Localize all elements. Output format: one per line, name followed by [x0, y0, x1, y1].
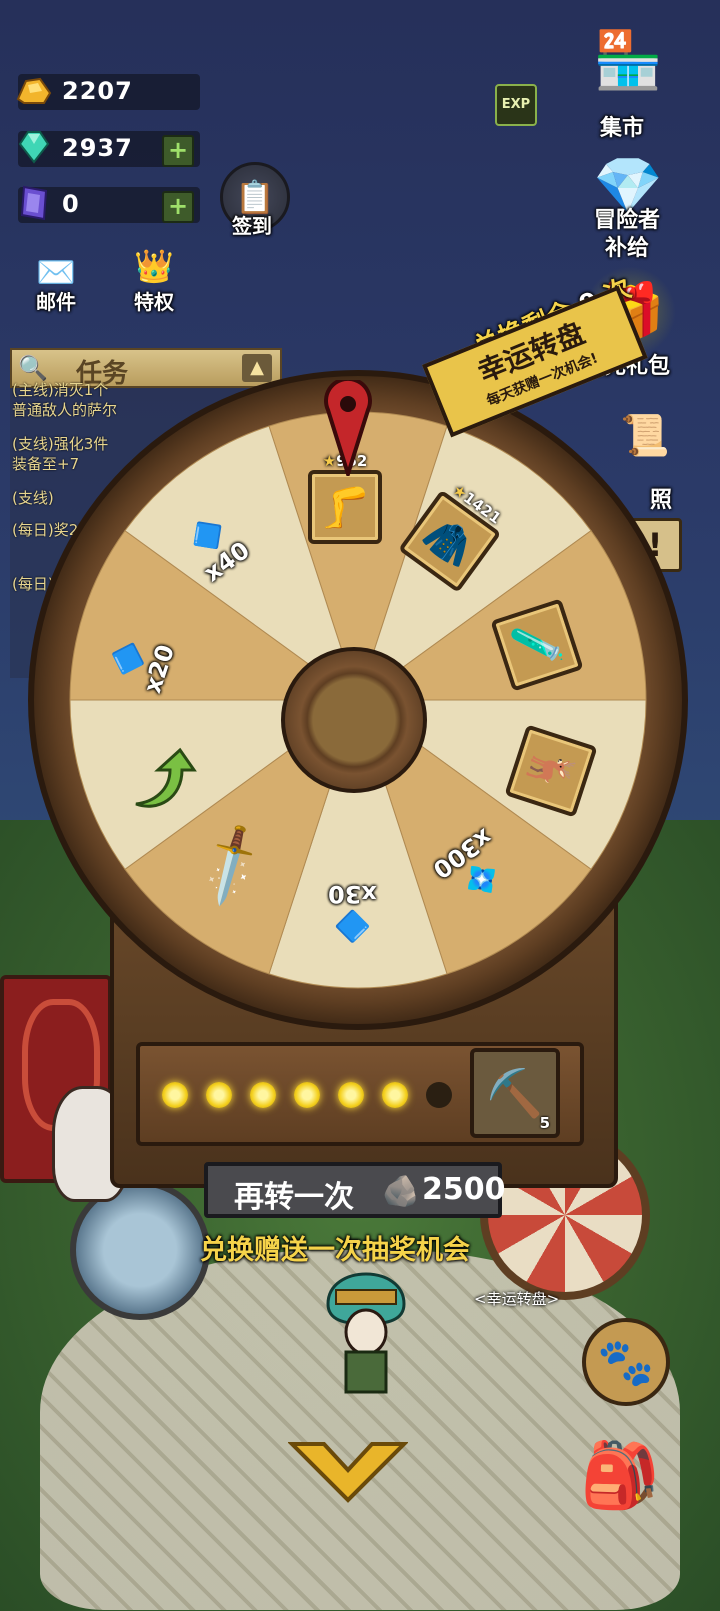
- purple-crystal-icon: [12, 181, 56, 225]
- shop-building-icon: 🏪: [593, 28, 663, 93]
- wheel-prize: 🗡️: [185, 820, 278, 911]
- crown-icon: 👑: [134, 247, 174, 285]
- collapse-quests-button[interactable]: ▲: [242, 354, 272, 382]
- pickaxe-icon: ⛏️: [486, 1065, 544, 1120]
- gem-counter: 2937 +: [18, 131, 200, 167]
- player-character[interactable]: [318, 1254, 414, 1404]
- backpack-icon: 🎒: [580, 1438, 660, 1513]
- progress-dot: [338, 1082, 364, 1108]
- mail-label: 邮件: [36, 290, 76, 314]
- crystal-counter: 0 +: [18, 185, 200, 223]
- pickaxe-item[interactable]: ⛏️ 5: [470, 1048, 560, 1138]
- wheel-prize: [128, 740, 198, 820]
- pickaxe-count: 5: [539, 1114, 550, 1132]
- leg-armor-icon: 🦵: [308, 470, 382, 544]
- add-crystal-button[interactable]: +: [162, 191, 194, 223]
- gold-amount: 2207: [62, 77, 133, 105]
- progress-dot: [382, 1082, 408, 1108]
- progress-dot: [250, 1082, 276, 1108]
- collapse-arrow-button[interactable]: [288, 1440, 408, 1504]
- spin-again-label: 再转一次: [234, 1180, 354, 1215]
- progress-dot: [426, 1082, 452, 1108]
- add-gems-button[interactable]: +: [162, 135, 194, 167]
- crystal-amount: 0: [62, 190, 80, 218]
- paw-icon: 🐾: [597, 1334, 655, 1389]
- wheel-hub[interactable]: [281, 647, 427, 793]
- lucky-wheel-sign[interactable]: <幸运转盘>: [474, 1288, 559, 1309]
- spin-cost: 2500: [422, 1172, 506, 1207]
- market-label: 集市: [600, 116, 645, 141]
- wheel-prize: 🔷 x30: [328, 880, 377, 943]
- gem-icon: [12, 125, 56, 169]
- market-button[interactable]: 🏪: [582, 14, 674, 106]
- paw-button[interactable]: 🐾: [582, 1318, 670, 1406]
- prize-quantity: x30: [328, 880, 377, 908]
- spin-again-button[interactable]: 再转一次 🪨 2500: [204, 1162, 506, 1218]
- green-retry-arrow-icon: [135, 747, 197, 808]
- gem-amount: 2937: [62, 134, 133, 162]
- green-dagger-icon: 🗡️: [184, 819, 278, 912]
- progress-dot: [294, 1082, 320, 1108]
- search-icon[interactable]: 🔍: [18, 354, 48, 382]
- progress-dot: [162, 1082, 188, 1108]
- gold-counter: 2207: [16, 74, 200, 110]
- privilege-label: 特权: [134, 290, 174, 314]
- gold-icon: [12, 68, 56, 112]
- blue-ore-icon: 🔷: [333, 908, 372, 943]
- exp-boost-button[interactable]: EXP: [495, 84, 537, 126]
- checkin-label: 签到: [232, 214, 272, 238]
- backpack-button[interactable]: 🎒: [572, 1430, 668, 1520]
- ore-icon: 🪨: [382, 1174, 420, 1209]
- wheel-pointer: [324, 380, 372, 476]
- progress-dot: [206, 1082, 232, 1108]
- supply-label-line2: 补给: [605, 236, 650, 261]
- photo-label: 照: [650, 488, 673, 513]
- game-scene: 2207 2937 + 0 + 📋 签到 ✉️ 邮件 👑 特权 EXP 🏪 集市…: [0, 0, 720, 1611]
